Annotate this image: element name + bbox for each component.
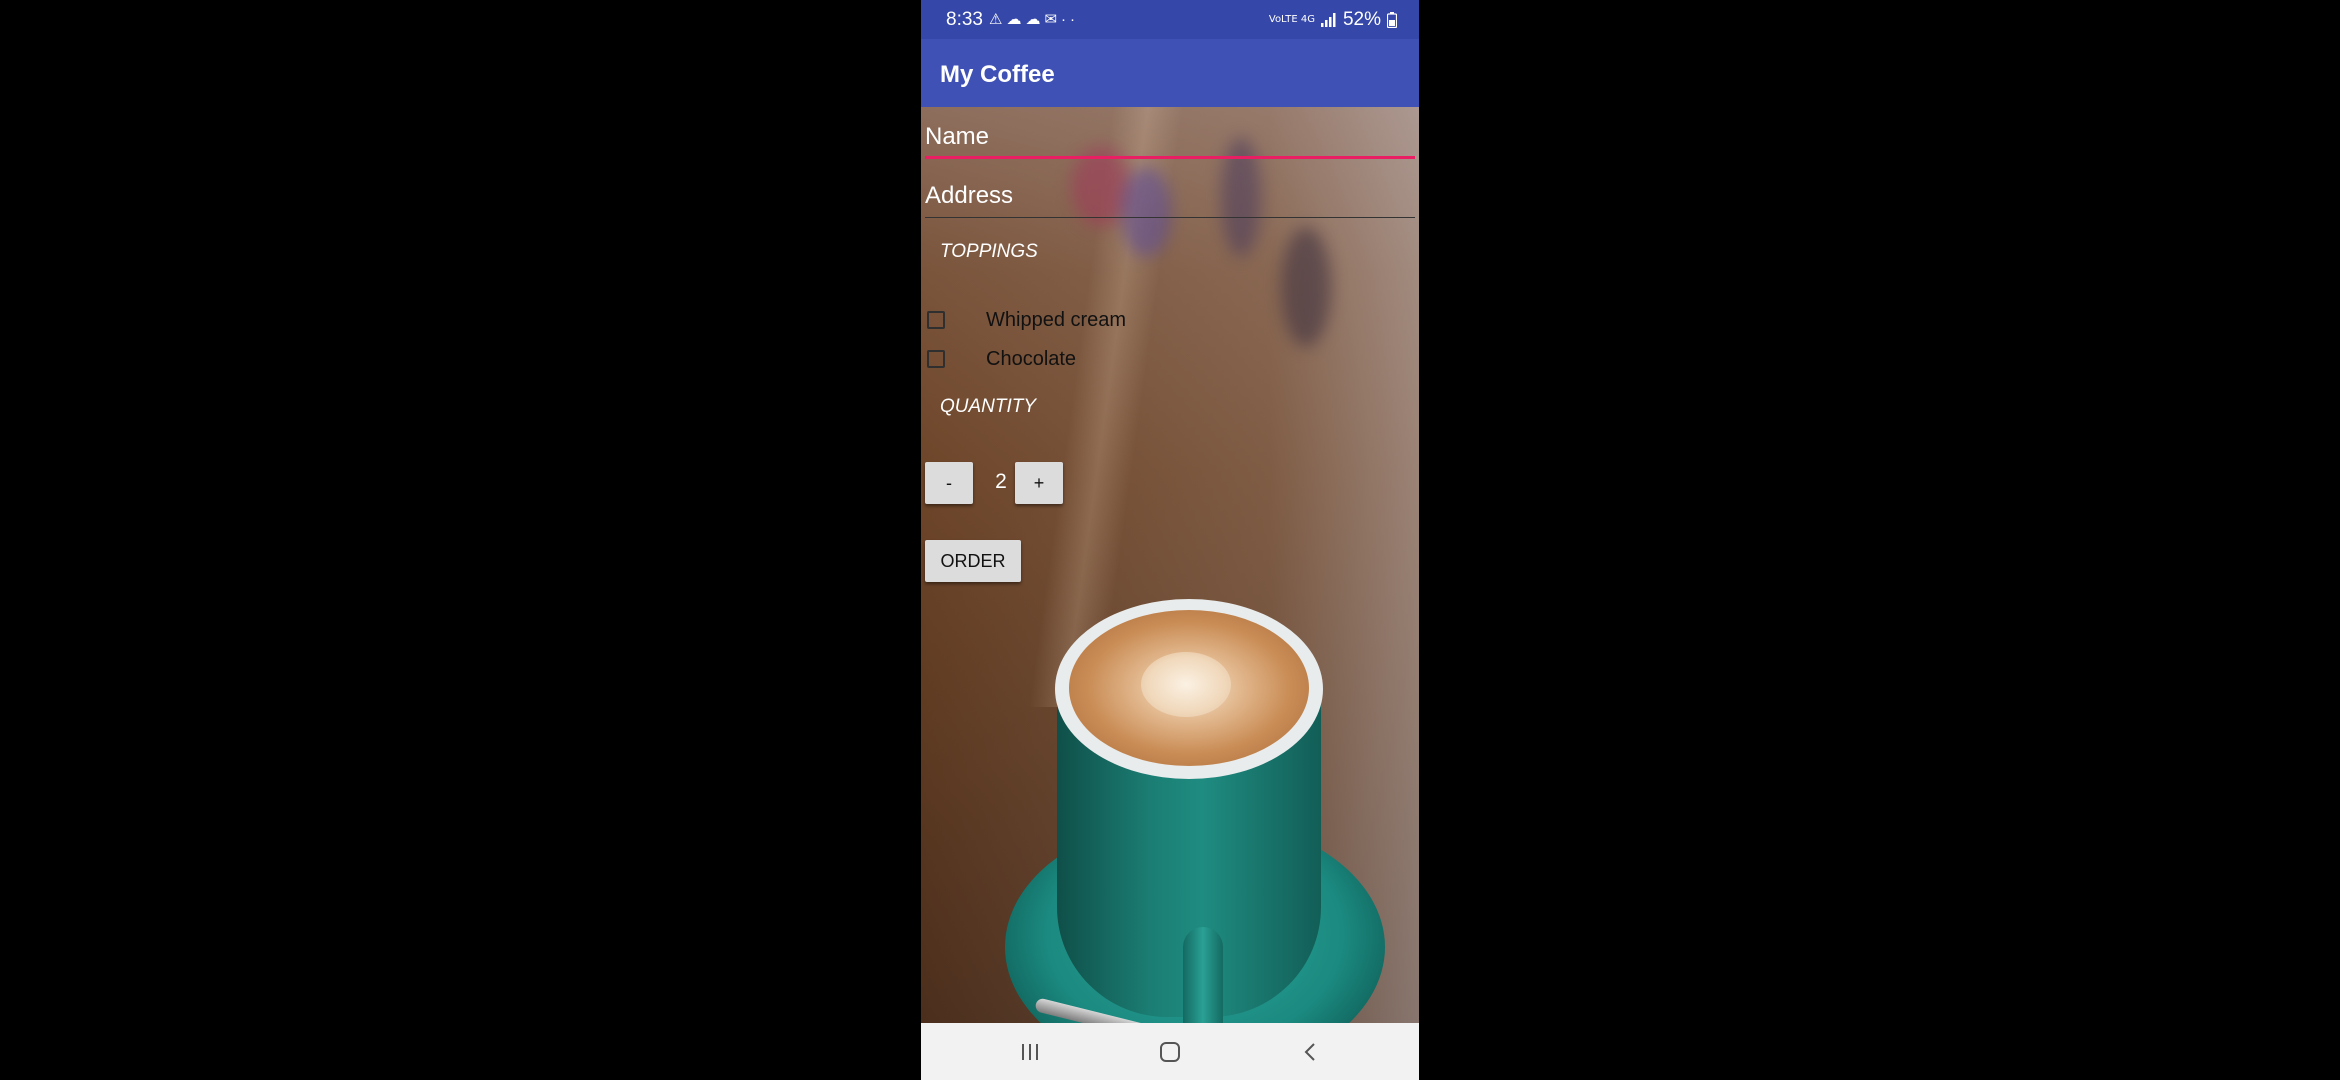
warning-icon: ⚠ bbox=[989, 11, 1007, 28]
cloud-icon: ☁ bbox=[1006, 11, 1026, 28]
chocolate-checkbox[interactable] bbox=[927, 350, 945, 368]
order-button[interactable]: ORDER bbox=[925, 540, 1021, 582]
address-field-container bbox=[925, 174, 1415, 218]
cup-handle bbox=[1183, 927, 1223, 1023]
name-input[interactable] bbox=[925, 115, 1415, 159]
increment-button[interactable]: + bbox=[1015, 462, 1063, 504]
chocolate-label: Chocolate bbox=[986, 348, 1077, 370]
address-underline bbox=[925, 217, 1415, 218]
app-bar: My Coffee bbox=[921, 39, 1419, 107]
cloud-icon: ☁ bbox=[1025, 11, 1045, 28]
whipped-cream-label: Whipped cream bbox=[986, 309, 1127, 331]
more-icon: ·· bbox=[1061, 11, 1080, 28]
status-time: 8:33 bbox=[946, 9, 983, 30]
whipped-cream-option[interactable]: Whipped cream bbox=[927, 305, 1126, 335]
system-icons: VoLTE 4G 52% bbox=[1269, 9, 1397, 31]
notification-icons: ⚠☁☁✉·· bbox=[989, 10, 1079, 28]
decrement-button[interactable]: - bbox=[925, 462, 973, 504]
whipped-cream-checkbox[interactable] bbox=[927, 311, 945, 329]
navigation-bar bbox=[921, 1023, 1419, 1080]
home-icon[interactable] bbox=[1150, 1037, 1190, 1067]
mail-icon: ✉ bbox=[1044, 11, 1062, 28]
back-icon[interactable] bbox=[1290, 1037, 1330, 1067]
quantity-heading: QUANTITY bbox=[940, 396, 1037, 417]
bokeh-light bbox=[1281, 227, 1331, 347]
toppings-heading: TOPPINGS bbox=[940, 241, 1038, 262]
battery-icon bbox=[1387, 12, 1397, 28]
signal-icon bbox=[1320, 13, 1336, 27]
network-type: VoLTE 4G bbox=[1268, 14, 1315, 25]
latte-art bbox=[1141, 652, 1231, 717]
phone-screen: 8:33 ⚠☁☁✉·· VoLTE 4G 52% My Coffee Name … bbox=[921, 0, 1419, 1080]
name-underline bbox=[925, 156, 1415, 159]
status-bar: 8:33 ⚠☁☁✉·· VoLTE 4G 52% bbox=[921, 0, 1419, 39]
chocolate-option[interactable]: Chocolate bbox=[927, 344, 1076, 374]
app-title: My Coffee bbox=[940, 61, 1055, 88]
name-field-container bbox=[925, 115, 1415, 159]
address-input[interactable] bbox=[925, 174, 1415, 218]
quantity-value: 2 bbox=[995, 470, 1007, 493]
battery-percent: 52% bbox=[1342, 9, 1381, 30]
recent-apps-icon[interactable] bbox=[1010, 1037, 1050, 1067]
